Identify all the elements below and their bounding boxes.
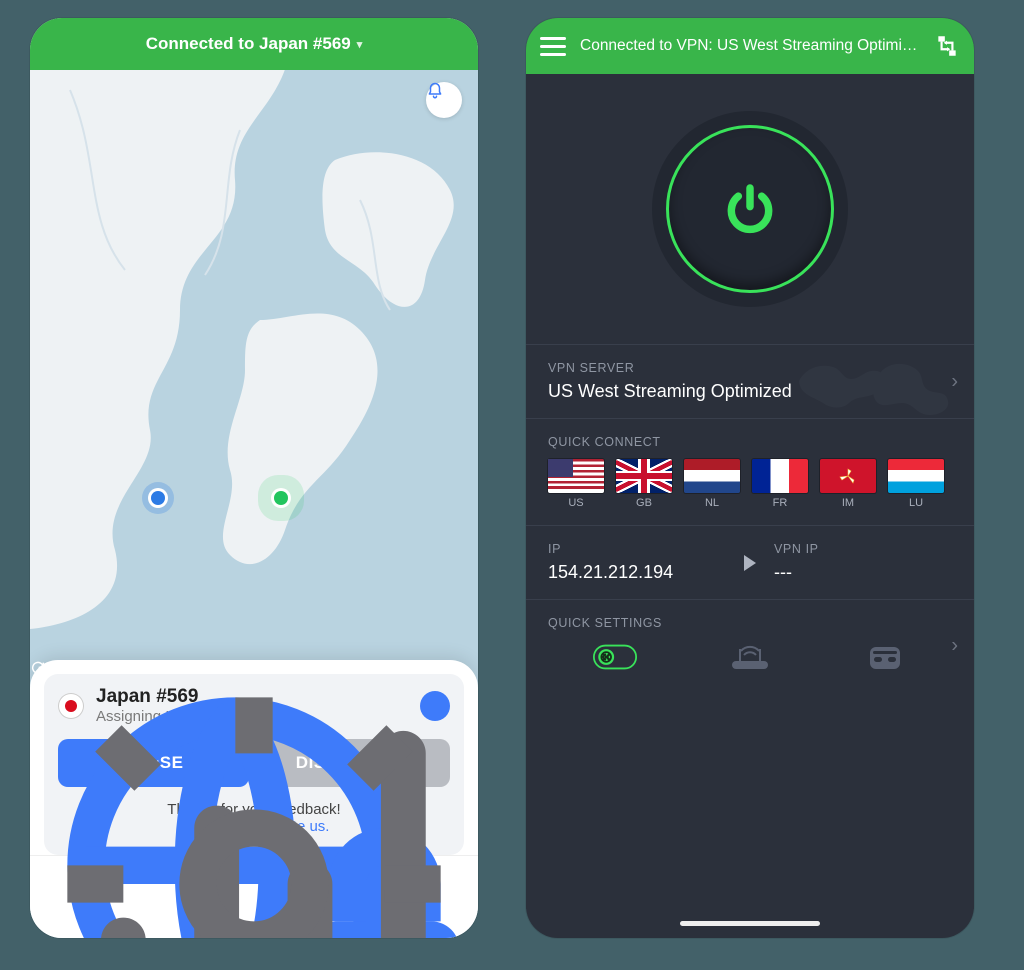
connection-status-text: Connected to VPN: US West Streaming Opti… xyxy=(580,37,920,55)
connection-status-text: Connected to Japan #569 xyxy=(146,34,351,54)
ip-value: 154.21.212.194 xyxy=(548,562,726,583)
server-map[interactable]: Japan #569 Assigning IP address… PAUSE D… xyxy=(30,70,478,938)
flag-code: IM xyxy=(842,497,854,509)
router-icon xyxy=(730,643,770,671)
chevron-down-icon: ▾ xyxy=(357,38,363,51)
status-header[interactable]: Connected to Japan #569 ▾ xyxy=(30,18,478,70)
map-pin-japan-active[interactable] xyxy=(274,491,288,505)
home-indicator xyxy=(680,921,820,926)
flag-code: NL xyxy=(705,497,719,509)
quick-connect-label: QUICK CONNECT xyxy=(548,435,952,449)
pia-app: Connected to VPN: US West Streaming Opti… xyxy=(526,18,974,938)
vpn-server-row[interactable]: VPN SERVER US West Streaming Optimized › xyxy=(526,344,974,418)
quick-connect-nl[interactable]: NL xyxy=(684,459,740,509)
quick-connect-fr[interactable]: FR xyxy=(752,459,808,509)
flag-code: LU xyxy=(909,497,923,509)
power-button[interactable] xyxy=(666,125,834,293)
flag-code: FR xyxy=(773,497,788,509)
quick-connect-lu[interactable]: LU xyxy=(888,459,944,509)
vpn-ip-value: --- xyxy=(774,562,952,583)
vpn-ip-label: VPN IP xyxy=(774,542,952,556)
quick-connect-section: QUICK CONNECT US GB NL FR IM LU xyxy=(526,418,974,525)
network-swap-icon[interactable] xyxy=(934,33,960,59)
flag-code: US xyxy=(568,497,583,509)
empty-space xyxy=(526,692,974,909)
arrow-right-icon xyxy=(744,555,756,571)
flag-code: GB xyxy=(636,497,652,509)
power-icon xyxy=(722,181,778,237)
map-pin-korea[interactable] xyxy=(151,491,165,505)
connection-sheet: Japan #569 Assigning IP address… PAUSE D… xyxy=(30,660,478,938)
nordvpn-app: Connected to Japan #569 ▾ Japan #569 Ass… xyxy=(30,18,478,938)
tab-settings[interactable] xyxy=(390,878,416,904)
ip-section: IP 154.21.212.194 VPN IP --- xyxy=(526,525,974,599)
privacy-setting[interactable] xyxy=(863,642,907,672)
status-header: Connected to VPN: US West Streaming Opti… xyxy=(526,18,974,74)
quick-connect-us[interactable]: US xyxy=(548,459,604,509)
killswitch-toggle[interactable] xyxy=(593,642,637,672)
menu-button[interactable] xyxy=(540,37,566,56)
chevron-right-icon: › xyxy=(951,635,958,658)
network-setting[interactable] xyxy=(728,642,772,672)
quick-settings-section[interactable]: QUICK SETTINGS › xyxy=(526,599,974,692)
quick-connect-gb[interactable]: GB xyxy=(616,459,672,509)
quick-settings-label: QUICK SETTINGS xyxy=(548,616,952,630)
gear-icon xyxy=(30,660,478,938)
quick-connect-im[interactable]: IM xyxy=(820,459,876,509)
ip-label: IP xyxy=(548,542,726,556)
private-browser-icon xyxy=(868,643,902,671)
notifications-button[interactable] xyxy=(426,82,462,118)
bell-icon xyxy=(426,82,444,100)
bottom-tab-bar xyxy=(30,855,478,925)
toggle-on-icon xyxy=(593,643,637,671)
chevron-right-icon: › xyxy=(951,370,958,393)
power-section xyxy=(526,74,974,344)
